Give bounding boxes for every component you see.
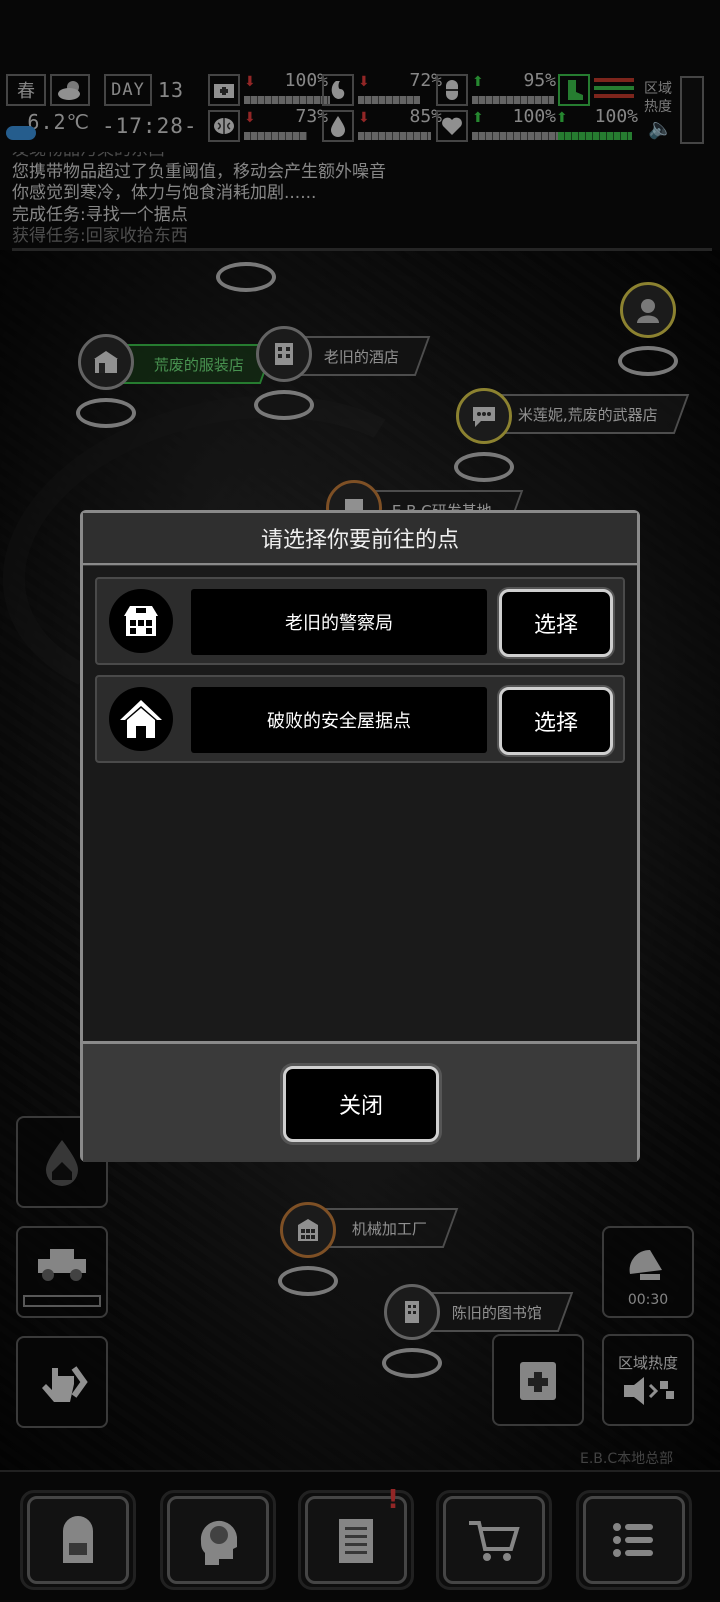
destination-row-police: 老旧的警察局 选择 bbox=[95, 577, 625, 665]
destination-list: 老旧的警察局 选择 破败的安全屋据点 选择 bbox=[83, 565, 637, 1041]
destination-name: 老旧的警察局 bbox=[191, 589, 487, 655]
police-station-icon bbox=[109, 589, 173, 653]
close-button[interactable]: 关闭 bbox=[283, 1066, 439, 1142]
dialog-title: 请选择你要前往的点 bbox=[83, 513, 637, 566]
house-icon bbox=[109, 687, 173, 751]
select-button[interactable]: 选择 bbox=[499, 687, 613, 755]
dialog-footer: 关闭 bbox=[83, 1041, 637, 1162]
destination-row-safehouse: 破败的安全屋据点 选择 bbox=[95, 675, 625, 763]
select-button[interactable]: 选择 bbox=[499, 589, 613, 657]
destination-name: 破败的安全屋据点 bbox=[191, 687, 487, 753]
destination-dialog: 请选择你要前往的点 老旧的警察局 选择 破败的安全屋据点 选择 关闭 bbox=[80, 510, 640, 1162]
